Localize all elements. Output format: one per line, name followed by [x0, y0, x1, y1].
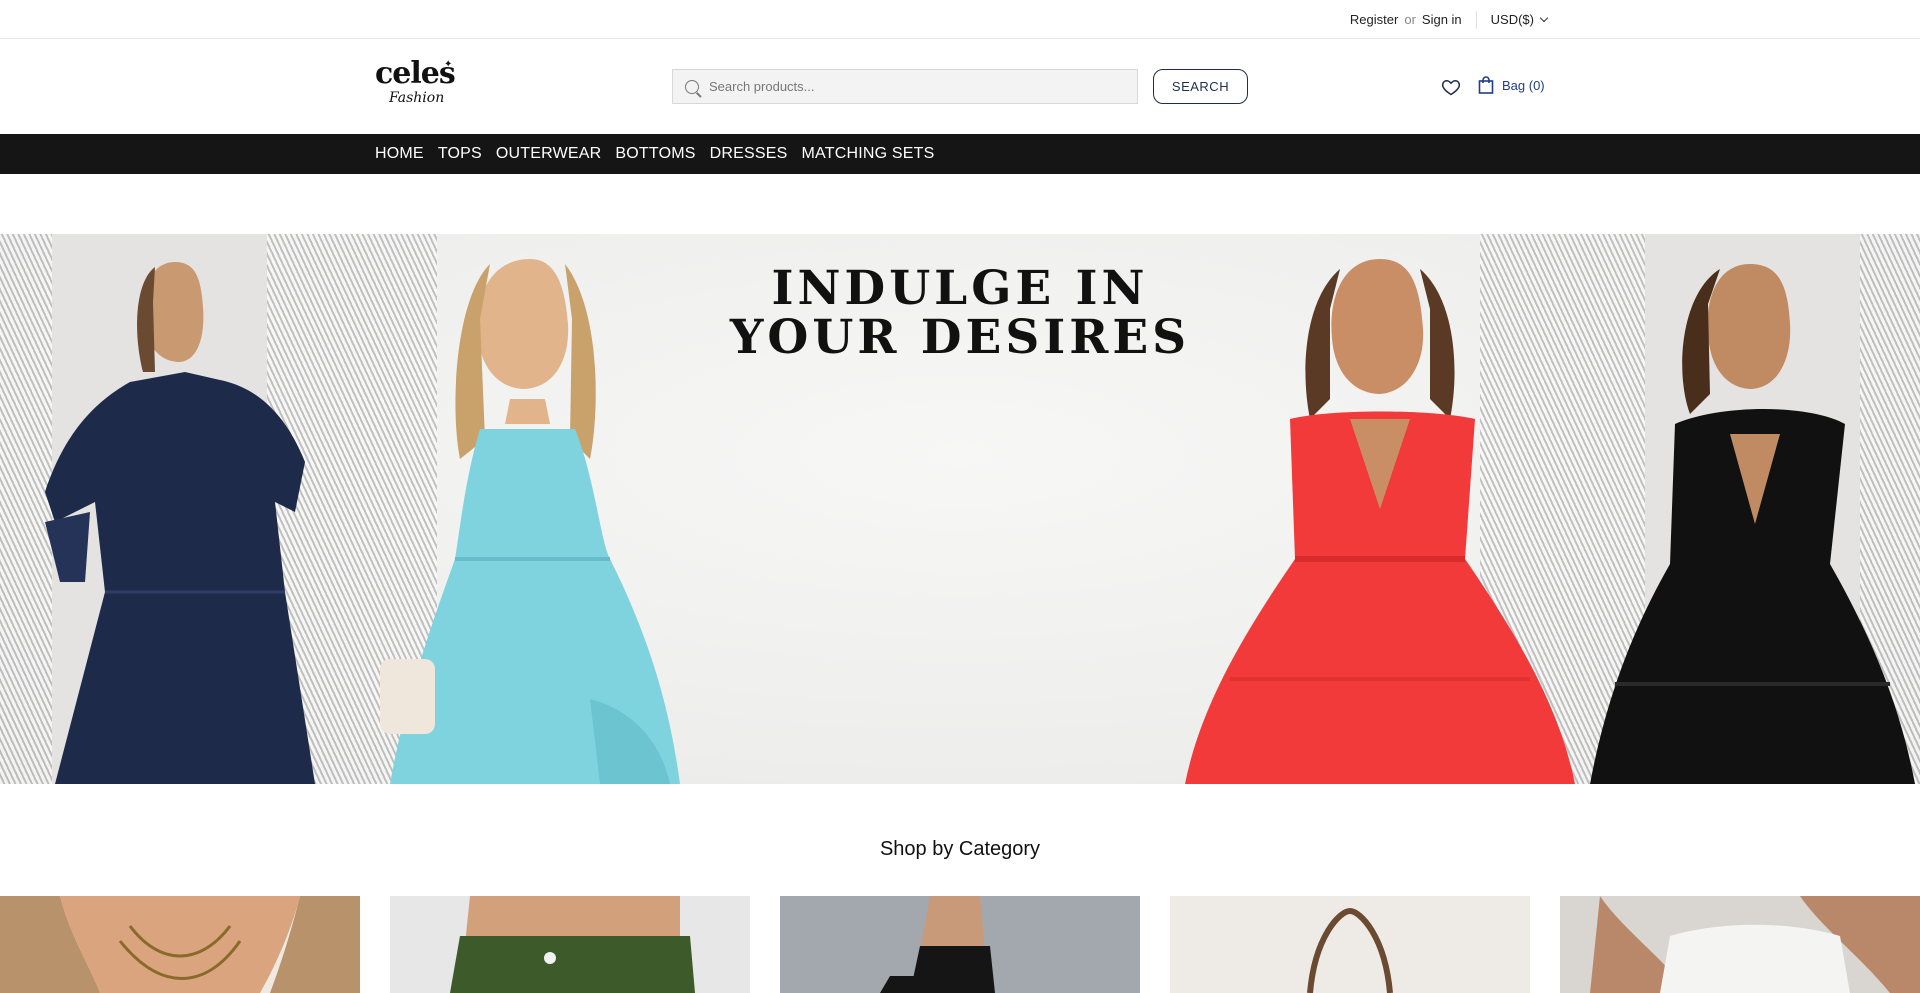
search-icon [685, 79, 699, 94]
site-header: celes Fashion ✦ SEARCH Bag (0) [0, 39, 1920, 134]
category-bottoms-image [390, 896, 750, 993]
nav-item-dresses[interactable]: DRESSES [710, 145, 788, 163]
hero-headline-line2: YOUR DESIRES [729, 310, 1191, 365]
model-denim-dress-image [35, 262, 325, 784]
category-section-title: Shop by Category [879, 838, 1041, 860]
category-dresses-image [1560, 896, 1920, 993]
logo-script: Fashion [389, 90, 445, 106]
hero-headline-line1: INDULGE IN [771, 261, 1149, 316]
category-tile-tops[interactable] [0, 896, 360, 993]
category-tile-bags[interactable] [1170, 896, 1530, 993]
wishlist-icon[interactable] [1441, 77, 1461, 97]
shopping-bag-icon [1478, 76, 1494, 94]
divider [1475, 10, 1477, 29]
register-link[interactable]: Register [1350, 12, 1398, 27]
logo-wordmark: celes [375, 56, 456, 91]
search-input[interactable] [709, 79, 1129, 94]
category-tile-shoes[interactable] [780, 896, 1140, 993]
account-links: Register or Sign in USD($) [1350, 0, 1549, 39]
category-shoes-image [780, 896, 1140, 993]
search-box [672, 69, 1138, 104]
nav-item-outerwear[interactable]: OUTERWEAR [496, 145, 602, 163]
category-tile-dresses[interactable] [1560, 896, 1920, 993]
category-tops-image [0, 896, 360, 993]
category-tile-bottoms[interactable] [390, 896, 750, 993]
sign-in-link[interactable]: Sign in [1422, 12, 1462, 27]
bag-label: Bag (0) [1502, 77, 1545, 93]
currency-selector[interactable]: USD($) [1490, 12, 1549, 27]
hero-headline: INDULGE IN YOUR DESIRES [660, 264, 1260, 362]
model-blue-dress-image [360, 259, 690, 784]
sparkle-icon: ✦ [444, 59, 453, 70]
nav-item-bottoms[interactable]: BOTTOMS [615, 145, 695, 163]
chevron-down-icon [1539, 13, 1549, 23]
category-tiles [0, 896, 1920, 993]
nav-item-home[interactable]: HOME [375, 145, 424, 163]
main-nav: HOME TOPS OUTERWEAR BOTTOMS DRESSES MATC… [0, 134, 1920, 174]
hero-banner[interactable]: INDULGE IN YOUR DESIRES [0, 234, 1920, 784]
nav-item-matching-sets[interactable]: MATCHING SETS [802, 145, 935, 163]
bag-link[interactable]: Bag (0) [1478, 76, 1545, 94]
search-button[interactable]: SEARCH [1153, 69, 1248, 104]
logo[interactable]: celes Fashion ✦ [375, 56, 456, 115]
category-bags-image [1170, 896, 1530, 993]
currency-label: USD($) [1490, 12, 1534, 27]
model-black-dress-image [1580, 264, 1920, 784]
nav-item-tops[interactable]: TOPS [438, 145, 482, 163]
top-utility-bar: Register or Sign in USD($) [0, 0, 1920, 39]
or-separator: or [1404, 12, 1416, 27]
